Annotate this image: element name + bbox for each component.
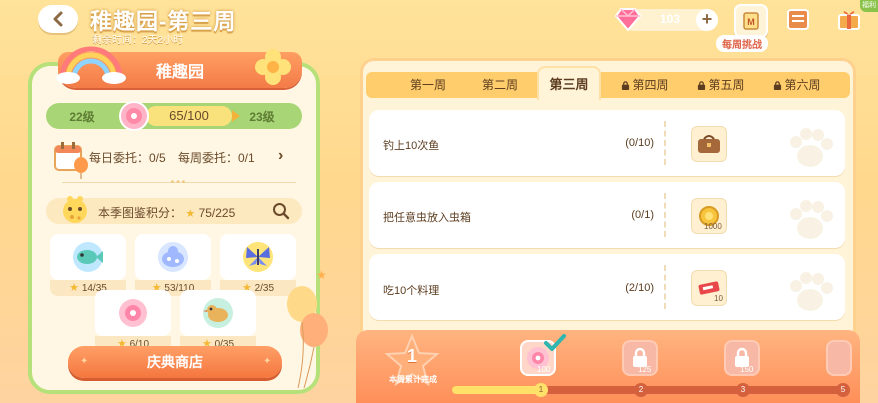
weekly-completed-label: 本周累计完成	[389, 375, 437, 384]
slot-count-value: 2/35	[254, 283, 275, 294]
add-gem-button[interactable]: +	[696, 9, 718, 31]
weekly-completed-count: 1	[406, 346, 417, 366]
divider-dots: •••	[170, 177, 188, 188]
search-icon[interactable]	[272, 202, 290, 220]
paw-icon	[790, 272, 833, 311]
sparkle-icon: ✦	[80, 356, 89, 367]
task-divider	[664, 193, 666, 237]
giraffe-icon	[63, 196, 87, 223]
lock-icon	[698, 81, 706, 90]
reward-quantity: 10	[714, 294, 723, 303]
tab-week-6[interactable]: 第六周	[764, 71, 830, 99]
slot-frame	[135, 234, 211, 280]
slot-frame	[220, 234, 296, 280]
task-list-icon[interactable]	[785, 6, 811, 32]
progress-track-fill	[452, 386, 542, 394]
milestone-quantity: 125	[638, 365, 652, 374]
tab-week-4[interactable]: 第四周	[612, 71, 678, 99]
daily-commission: 每日委托：0/5	[89, 151, 166, 165]
tab-label: 第一周	[409, 78, 446, 92]
task-name: 吃10个料理	[383, 285, 440, 297]
paw-icon	[790, 128, 833, 167]
sparkle-icon: ✦	[263, 356, 272, 367]
star-decoration: ★	[316, 268, 327, 282]
chevron-left-icon	[53, 11, 63, 27]
milestone-marker: 2	[634, 383, 648, 397]
task-name: 钓上10次鱼	[383, 140, 440, 152]
card-icon: M	[743, 12, 759, 30]
milestone-marker: 1	[534, 383, 548, 397]
current-level: 22级	[69, 110, 95, 124]
star-icon: ★	[69, 282, 80, 294]
gift-icon[interactable]	[836, 6, 862, 32]
tab-week-5[interactable]: 第五周	[688, 71, 754, 99]
lock-icon	[622, 81, 630, 90]
task-progress: (0/1)	[631, 209, 654, 221]
milestone-marker: 5	[836, 383, 850, 397]
milestone-reward[interactable]	[826, 340, 852, 376]
reward-quantity: 1000	[704, 222, 722, 231]
task-row[interactable]	[369, 110, 845, 176]
tab-label: 第二周	[481, 78, 518, 92]
task-progress: (0/10)	[625, 137, 654, 149]
star-icon: ★	[185, 208, 196, 220]
reward-item[interactable]	[691, 126, 727, 162]
collection-slot-coin[interactable]: ★ 6/10	[95, 290, 171, 352]
pink-coin-icon	[119, 299, 147, 327]
task-name: 把任意虫放入虫箱	[383, 212, 471, 224]
milestone-marker: 3	[736, 383, 750, 397]
fish-icon	[73, 242, 103, 272]
collection-points: 本季图鉴积分： ★ 75/225	[98, 204, 235, 221]
task-row[interactable]	[369, 254, 845, 320]
exp-progress: 65/100	[169, 108, 209, 123]
task-progress: (2/10)	[625, 282, 654, 294]
slot-frame	[95, 290, 171, 336]
tab-week-2[interactable]: 第二周	[470, 71, 530, 99]
tab-label: 第六周	[784, 78, 821, 92]
collection-slot-fish[interactable]: ★ 14/35	[50, 234, 126, 296]
welfare-badge[interactable]: 福利	[860, 0, 878, 12]
collection-value: 75/225	[198, 206, 236, 220]
tab-label: 第三周	[549, 77, 589, 92]
slot-frame	[180, 290, 256, 336]
lock-icon	[774, 81, 782, 90]
svg-text:M: M	[747, 17, 755, 27]
tab-label: 第四周	[632, 78, 669, 92]
weekly-challenge-button[interactable]: M	[734, 4, 768, 38]
bird-icon	[203, 298, 233, 328]
balloons-decoration	[287, 286, 328, 389]
flower-icon	[255, 49, 291, 85]
balloon-icon	[74, 157, 88, 179]
weekly-challenge-label: 每周挑战	[716, 35, 768, 52]
slot-frame	[50, 234, 126, 280]
paw-icon	[790, 200, 833, 239]
bug-icon	[158, 242, 188, 272]
weekly-commission: 每周委托：0/1	[178, 151, 255, 165]
bag-icon	[698, 135, 720, 153]
collection-slot-bird[interactable]: ★ 0/35	[180, 290, 256, 352]
pink-gem-icon	[614, 8, 642, 32]
task-divider	[664, 265, 666, 309]
tab-label: 第五周	[708, 78, 745, 92]
back-button[interactable]	[38, 5, 78, 33]
commission-arrow-button[interactable]: ›	[278, 147, 283, 165]
tab-week-3[interactable]: 第三周	[537, 66, 601, 100]
check-icon	[544, 334, 566, 351]
milestone-quantity: 100	[537, 365, 551, 374]
tab-week-1[interactable]: 第一周	[398, 71, 458, 99]
collection-slot-bug[interactable]: ★ 53/110	[135, 234, 211, 296]
gem-count: 103	[659, 12, 681, 26]
collection-label: 本季图鉴积分：	[98, 206, 183, 220]
festival-shop-button[interactable]: 庆典商店	[68, 346, 282, 378]
task-divider	[664, 121, 666, 165]
milestone-quantity: 150	[740, 365, 754, 374]
next-level: 23级	[249, 110, 275, 124]
butterfly-icon	[243, 242, 273, 272]
level-arrow-icon	[232, 110, 240, 122]
